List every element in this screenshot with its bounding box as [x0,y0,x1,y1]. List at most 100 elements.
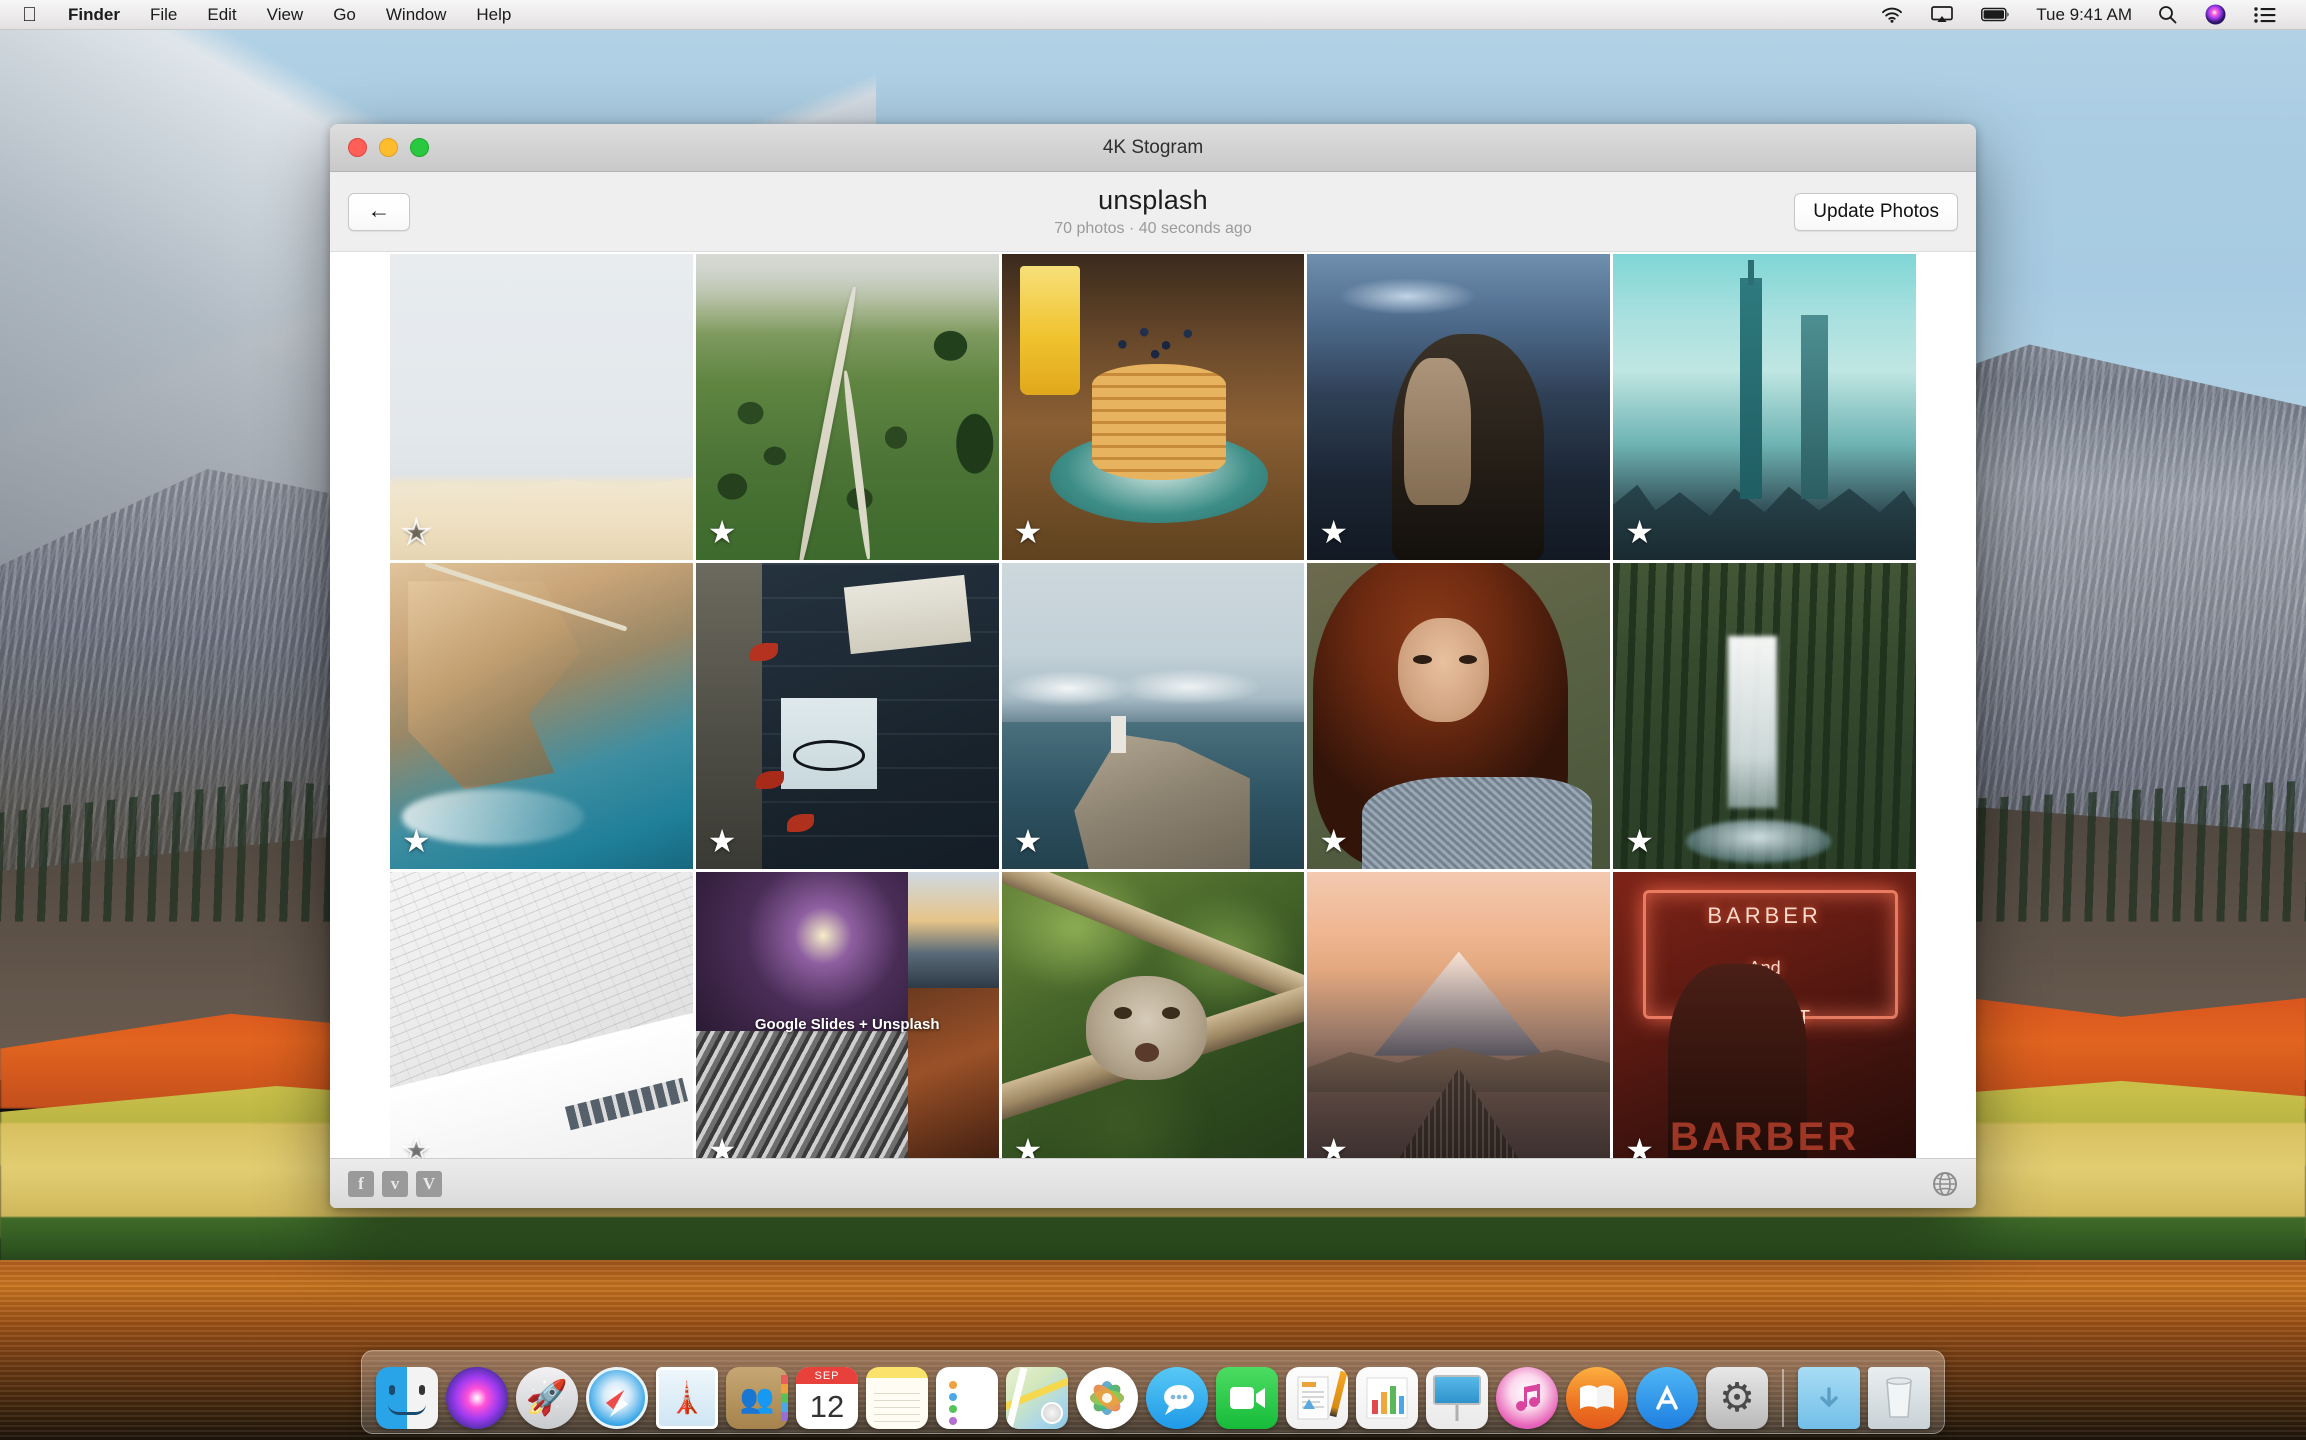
photo-cell[interactable]: Google Slides + Unsplash ★ [695,872,999,1158]
favorite-star-icon[interactable]: ★ [1319,1134,1348,1158]
dock-item-keynote[interactable] [1426,1367,1488,1429]
dock-item-trash[interactable] [1868,1367,1930,1429]
neon-sign-line-1: BARBER [1707,902,1822,928]
back-arrow-icon: ← [367,197,391,223]
menu-item-file[interactable]: File [135,0,192,30]
dock-item-system-preferences[interactable]: ⚙ [1706,1367,1768,1429]
favorite-star-icon[interactable]: ★ [708,516,737,548]
photo-cell[interactable]: ★ [695,254,999,560]
photo-thumbnail [1307,872,1611,1158]
calendar-month: SEP [796,1367,858,1384]
neon-sign-line-4: BARBER [1670,1114,1860,1158]
menu-item-edit[interactable]: Edit [192,0,251,30]
dock-item-messages[interactable] [1146,1367,1208,1429]
notification-center-icon[interactable] [2240,6,2290,23]
dock-item-numbers[interactable] [1356,1367,1418,1429]
twitter-icon[interactable]: ᴠ [382,1170,408,1197]
apple-logo-icon[interactable]:  [14,2,53,28]
menu-item-help[interactable]: Help [461,0,526,30]
favorite-star-icon[interactable]: ★ [401,1133,432,1158]
airplay-icon[interactable] [1917,6,1967,23]
close-button[interactable] [348,138,367,157]
photo-thumbnail [1613,563,1916,869]
photo-cell[interactable]: ★ [390,872,693,1158]
photo-cell[interactable]: ★ [1307,563,1611,869]
menu-item-go[interactable]: Go [318,0,371,30]
favorite-star-icon[interactable]: ★ [401,515,432,549]
photo-cell[interactable]: ★ [390,563,693,869]
dock-item-reminders[interactable] [936,1367,998,1429]
back-button[interactable]: ← [348,192,410,231]
photo-cell[interactable]: ★ [1001,563,1305,869]
facebook-icon[interactable]: f [348,1170,374,1197]
dock-item-finder[interactable] [376,1367,438,1429]
dock[interactable]: 🚀 🗼 👥 SEP 12 ⚙ [361,1350,1945,1434]
app-toolbar: ← unsplash 70 photos · 40 seconds ago Up… [330,172,1976,252]
favorite-star-icon[interactable]: ★ [1014,825,1043,857]
photo-thumbnail [1613,254,1916,560]
dock-separator [1782,1369,1784,1427]
favorite-star-icon[interactable]: ★ [1319,825,1348,857]
update-photos-button[interactable]: Update Photos [1794,192,1958,231]
dock-item-siri[interactable] [446,1367,508,1429]
traffic-lights [330,138,429,157]
dock-item-app-store[interactable] [1636,1367,1698,1429]
window-titlebar[interactable]: 4K Stogram [330,124,1976,172]
dock-item-photos[interactable] [1076,1367,1138,1429]
menu-item-window[interactable]: Window [371,0,461,30]
photo-thumbnail [390,872,693,1158]
dock-item-contacts[interactable]: 👥 [726,1367,788,1429]
minimize-button[interactable] [379,138,398,157]
menu-item-finder[interactable]: Finder [53,0,135,30]
photo-cell[interactable]: ★ [1307,872,1611,1158]
photo-thumbnail [695,563,999,869]
app-window-4k-stogram[interactable]: 4K Stogram ← unsplash 70 photos · 40 sec… [330,124,1976,1208]
dock-item-pages[interactable] [1286,1367,1348,1429]
dock-item-ibooks[interactable] [1566,1367,1628,1429]
photo-cell[interactable]: BARBER And STYLIST BARBER ★ [1613,872,1916,1158]
dock-item-maps[interactable] [1006,1367,1068,1429]
dock-item-downloads[interactable] [1798,1367,1860,1429]
photo-cell[interactable]: ★ [1001,254,1305,560]
window-title: 4K Stogram [1102,136,1204,158]
dock-item-launchpad[interactable]: 🚀 [516,1367,578,1429]
photo-cell[interactable]: ★ [1613,563,1916,869]
menu-bar:  Finder File Edit View Go Window Help T… [0,0,2306,30]
wifi-icon[interactable] [1867,6,1917,23]
dock-item-notes[interactable] [866,1367,928,1429]
social-links: f ᴠ V [348,1170,442,1197]
vimeo-icon[interactable]: V [416,1170,442,1197]
search-icon[interactable] [2144,5,2191,24]
photo-thumbnail [390,563,693,869]
menu-bar-left:  Finder File Edit View Go Window Help [0,0,526,30]
favorite-star-icon[interactable]: ★ [1014,516,1043,548]
dock-item-itunes[interactable] [1496,1367,1558,1429]
photo-grid: ★ ★ ★ ★ ★ ★ ★ ★ ★ ★ ★ Google Slides + Un… [390,252,1916,1158]
dock-item-facetime[interactable] [1216,1367,1278,1429]
zoom-button[interactable] [410,138,429,157]
photo-cell[interactable]: ★ [390,254,693,560]
favorite-star-icon[interactable]: ★ [1625,1134,1654,1158]
photo-cell[interactable]: ★ [1613,254,1916,560]
photo-cell[interactable]: ★ [1307,254,1611,560]
favorite-star-icon[interactable]: ★ [1319,516,1348,548]
photo-cell[interactable]: ★ [695,563,999,869]
dock-item-safari[interactable] [586,1367,648,1429]
dock-item-calendar[interactable]: SEP 12 [796,1367,858,1429]
favorite-star-icon[interactable]: ★ [708,825,737,857]
favorite-star-icon[interactable]: ★ [1014,1134,1043,1158]
globe-icon[interactable] [1932,1171,1958,1197]
menu-bar-clock[interactable]: Tue 9:41 AM [2024,5,2144,25]
siri-icon[interactable] [2191,4,2240,25]
favorite-star-icon[interactable]: ★ [1625,516,1654,548]
favorite-star-icon[interactable]: ★ [402,825,431,857]
photo-cell[interactable]: ★ [1001,872,1305,1158]
menu-item-view[interactable]: View [252,0,319,30]
favorite-star-icon[interactable]: ★ [708,1134,737,1158]
favorite-star-icon[interactable]: ★ [1625,825,1654,857]
photo-thumbnail [1307,254,1611,560]
dock-item-mail[interactable]: 🗼 [656,1367,718,1429]
battery-icon[interactable] [1967,7,2024,22]
photo-grid-scroll-area[interactable]: ★ ★ ★ ★ ★ ★ ★ ★ ★ ★ ★ Google Slides + Un… [330,252,1976,1158]
photo-thumbnail [1001,872,1305,1158]
